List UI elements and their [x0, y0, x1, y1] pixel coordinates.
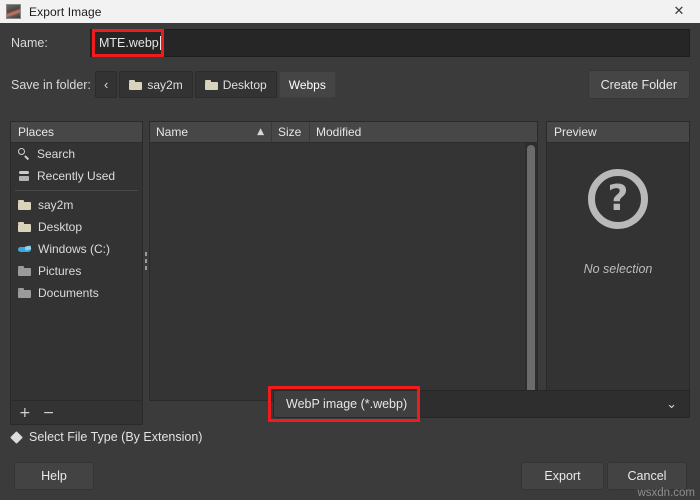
- titlebar: Export Image ✕: [0, 0, 700, 24]
- chevron-down-icon[interactable]: ⌄: [666, 397, 677, 412]
- breadcrumb-back-button[interactable]: ‹: [95, 71, 117, 98]
- places-item-say2m[interactable]: say2m: [11, 194, 142, 216]
- cancel-button[interactable]: Cancel: [607, 462, 687, 490]
- text-cursor: [160, 36, 161, 50]
- breadcrumb-label: say2m: [147, 78, 182, 92]
- preview-empty-text: No selection: [584, 262, 653, 276]
- filename-input[interactable]: MTE.webp: [90, 29, 690, 57]
- places-item-desktop[interactable]: Desktop: [11, 216, 142, 238]
- breadcrumb-item-webps[interactable]: Webps: [279, 71, 336, 98]
- file-list: Name ▲ Size Modified: [149, 121, 538, 401]
- column-header-name[interactable]: Name ▲: [150, 122, 272, 142]
- places-item-label: Windows (C:): [38, 242, 110, 256]
- preview-panel: Preview ? No selection: [546, 121, 690, 401]
- help-button[interactable]: Help: [14, 462, 94, 490]
- preview-body: ? No selection: [547, 143, 689, 400]
- places-item-label: Documents: [38, 286, 99, 300]
- folder-icon: [18, 222, 31, 232]
- folder-icon: [18, 288, 31, 298]
- places-item-label: say2m: [38, 198, 73, 212]
- places-item-label: Pictures: [38, 264, 81, 278]
- preview-header: Preview: [547, 122, 689, 143]
- expander-triangle-icon: [10, 431, 23, 444]
- select-file-type-expander[interactable]: Select File Type (By Extension): [12, 430, 202, 444]
- file-list-scrollbar[interactable]: [525, 143, 537, 400]
- search-icon: [18, 148, 30, 160]
- places-item-label: Search: [37, 147, 75, 161]
- file-list-body[interactable]: [150, 143, 537, 400]
- places-item-label: Recently Used: [37, 169, 115, 183]
- breadcrumb-label: Webps: [289, 78, 326, 92]
- file-type-value: WebP image (*.webp): [274, 391, 419, 417]
- places-item-recently-used[interactable]: Recently Used: [11, 165, 142, 187]
- places-item-search[interactable]: Search: [11, 143, 142, 165]
- close-icon[interactable]: ✕: [658, 0, 700, 22]
- add-place-button[interactable]: +: [19, 405, 31, 421]
- folder-icon: [129, 80, 142, 90]
- breadcrumb-item-say2m[interactable]: say2m: [119, 71, 192, 98]
- name-row: Name: MTE.webp: [0, 23, 700, 65]
- save-in-folder-label: Save in folder:: [11, 78, 91, 92]
- divider: [15, 190, 138, 191]
- column-label: Size: [278, 125, 301, 139]
- breadcrumb-label: Desktop: [223, 78, 267, 92]
- question-mark-icon: ?: [588, 169, 648, 229]
- places-item-windows-c[interactable]: Windows (C:): [11, 238, 142, 260]
- name-label: Name:: [11, 36, 48, 50]
- gimp-icon: [6, 4, 21, 19]
- expander-label: Select File Type (By Extension): [29, 430, 202, 444]
- scrollbar-thumb[interactable]: [527, 145, 535, 395]
- filename-value: MTE.webp: [99, 36, 159, 50]
- recent-icon: [18, 170, 30, 182]
- watermark: wsxdn.com: [637, 487, 695, 499]
- export-button[interactable]: Export: [521, 462, 604, 490]
- folder-icon: [205, 80, 218, 90]
- splitter-handle-icon: [145, 252, 147, 270]
- places-toolbar: + −: [10, 401, 143, 425]
- remove-place-button[interactable]: −: [43, 405, 55, 421]
- file-list-header: Name ▲ Size Modified: [150, 122, 537, 143]
- folder-icon: [18, 266, 31, 276]
- places-item-label: Desktop: [38, 220, 82, 234]
- file-type-combo[interactable]: WebP image (*.webp) ⌄: [273, 390, 690, 418]
- window-title: Export Image: [29, 5, 102, 19]
- places-item-pictures[interactable]: Pictures: [11, 260, 142, 282]
- places-item-documents[interactable]: Documents: [11, 282, 142, 304]
- breadcrumb: ‹ say2m Desktop Webps: [95, 71, 336, 98]
- create-folder-button[interactable]: Create Folder: [588, 70, 690, 99]
- export-image-dialog: Export Image ✕ Name: MTE.webp Save in fo…: [0, 0, 700, 500]
- column-label: Modified: [316, 125, 361, 139]
- places-panel: Places Search Recently Used say2m Deskto…: [10, 121, 143, 401]
- column-header-size[interactable]: Size: [272, 122, 310, 142]
- folder-icon: [18, 200, 31, 210]
- folder-row: Save in folder: ‹ say2m Desktop Webps Cr…: [0, 65, 700, 105]
- sort-ascending-icon: ▲: [257, 127, 264, 137]
- places-header: Places: [11, 122, 142, 143]
- drive-icon: [18, 244, 31, 254]
- column-label: Name: [156, 125, 188, 139]
- column-header-modified[interactable]: Modified: [310, 122, 537, 142]
- breadcrumb-item-desktop[interactable]: Desktop: [195, 71, 277, 98]
